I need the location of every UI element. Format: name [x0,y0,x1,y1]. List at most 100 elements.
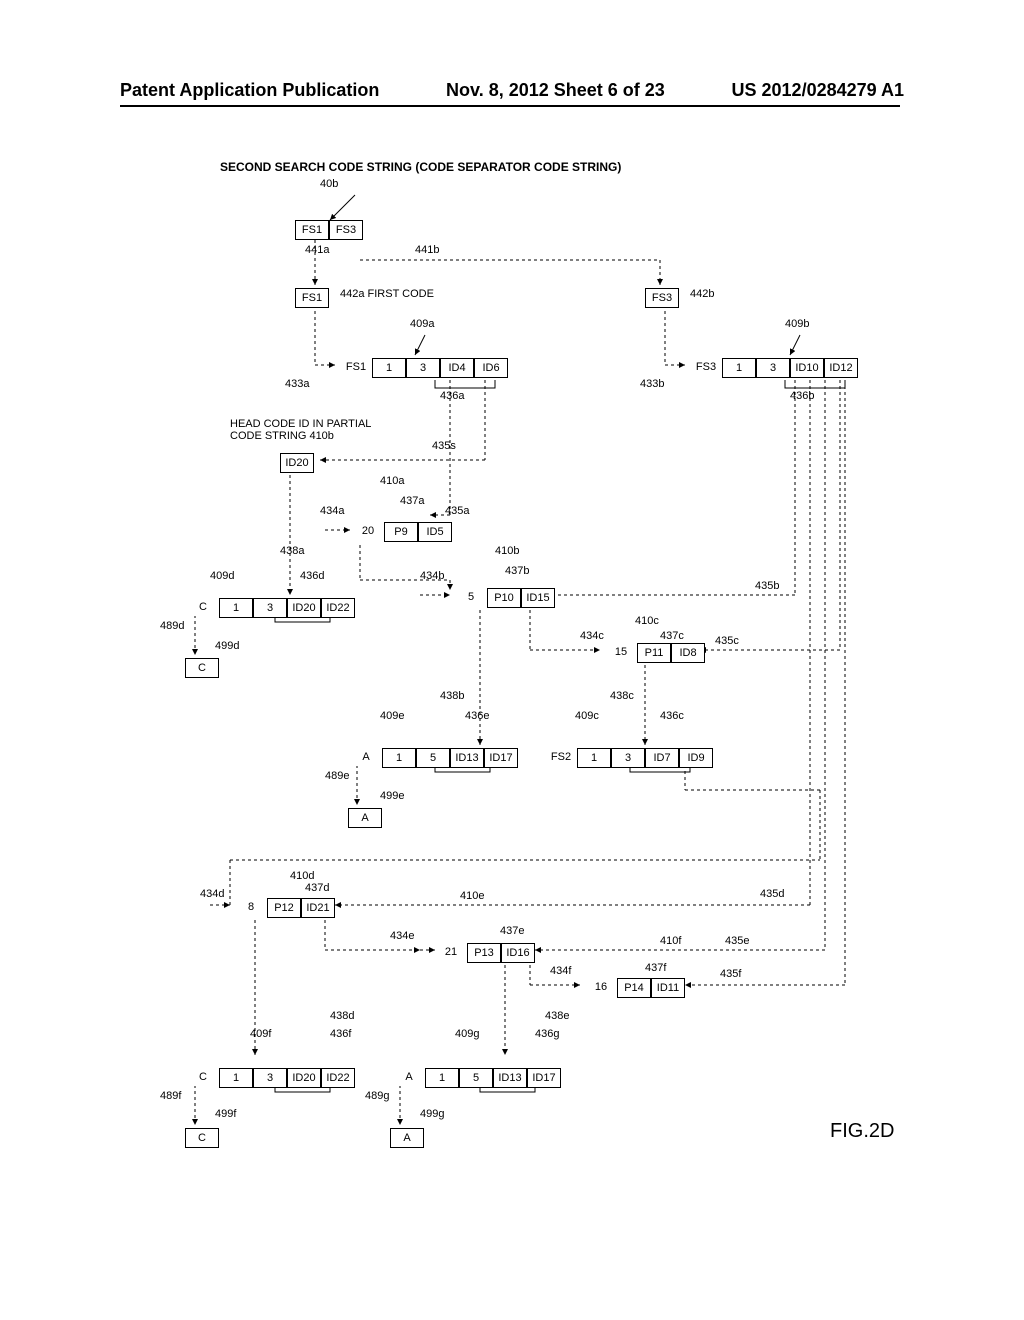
ref-409c: 409c [575,710,599,722]
cell: ID20 [287,598,321,618]
ref-437b: 437b [505,565,529,577]
ref-410f: 410f [660,935,681,947]
ref-410a: 410a [380,475,404,487]
row-40b: FS1 FS3 [295,220,363,240]
cell: FS3 [690,358,722,376]
ref-499f: 499f [215,1108,236,1120]
cell: ID20 [280,453,314,473]
ref-40b: 40b [320,178,338,190]
cell: 1 [577,748,611,768]
row-499e: A [348,808,382,828]
ref-409b: 409b [785,318,809,330]
ref-437f: 437f [645,962,666,974]
row-410e: 21 P13 ID16 [435,943,535,963]
ref-499g: 499g [420,1108,444,1120]
row-409d: C 1 3 ID20 ID22 [187,598,355,618]
cell: P11 [637,643,671,663]
ref-435s: 435s [432,440,456,452]
ref-436g: 436g [535,1028,559,1040]
ref-441a: 441a [305,244,329,256]
cell: P10 [487,588,521,608]
ref-437a: 437a [400,495,424,507]
cell: 1 [219,598,253,618]
cell: A [393,1068,425,1086]
cell: 5 [455,588,487,606]
head-code-label: HEAD CODE ID IN PARTIAL CODE STRING 410b [230,418,390,442]
header-left: Patent Application Publication [120,80,379,101]
header-right: US 2012/0284279 A1 [732,80,904,101]
header-divider [120,105,900,107]
ref-434a: 434a [320,505,344,517]
ref-435a: 435a [445,505,469,517]
ref-438a: 438a [280,545,304,557]
ref-489e: 489e [325,770,349,782]
row-410a: 20 P9 ID5 [352,522,452,542]
cell: A [350,748,382,766]
cell: 1 [425,1068,459,1088]
ref-442b: 442b [690,288,714,300]
ref-409a: 409a [410,318,434,330]
cell: FS1 [295,220,329,240]
figure-label: FIG.2D [830,1120,940,1240]
ref-438b: 438b [440,690,464,702]
cell: 1 [382,748,416,768]
ref-435c: 435c [715,635,739,647]
ref-409d: 409d [210,570,234,582]
cell: FS3 [329,220,363,240]
cell: ID13 [493,1068,527,1088]
cell: ID22 [321,1068,355,1088]
cell: P9 [384,522,418,542]
row-499f: C [185,1128,219,1148]
cell: ID5 [418,522,452,542]
cell: ID13 [450,748,484,768]
ref-409f: 409f [250,1028,271,1040]
diagram-title: SECOND SEARCH CODE STRING (CODE SEPARATO… [220,160,621,174]
page-header: Patent Application Publication Nov. 8, 2… [0,80,1024,101]
row-410c: 15 P11 ID8 [605,643,705,663]
cell: 1 [722,358,756,378]
ref-410d: 410d [290,870,314,882]
row-409c: FS2 1 3 ID7 ID9 [545,748,713,768]
cell: FS1 [340,358,372,376]
ref-434f: 434f [550,965,571,977]
ref-434c: 434c [580,630,604,642]
ref-435b: 435b [755,580,779,592]
ref-438e: 438e [545,1010,569,1022]
cell: P14 [617,978,651,998]
ref-436b: 436b [790,390,814,402]
cell: 3 [253,1068,287,1088]
cell: 5 [459,1068,493,1088]
ref-437c: 437c [660,630,684,642]
cell: ID8 [671,643,705,663]
cell: FS3 [645,288,679,308]
cell: ID22 [321,598,355,618]
cell: C [185,658,219,678]
cell: ID12 [824,358,858,378]
row-442b: FS3 [645,288,679,308]
ref-436f: 436f [330,1028,351,1040]
cell: ID11 [651,978,685,998]
row-499d: C [185,658,219,678]
row-409e: A 1 5 ID13 ID17 [350,748,518,768]
ref-436c: 436c [660,710,684,722]
row-442a: FS1 [295,288,329,308]
cell: ID7 [645,748,679,768]
cell: ID17 [484,748,518,768]
row-410f: 16 P14 ID11 [585,978,685,998]
row-410d: 8 P12 ID21 [235,898,335,918]
ref-435e: 435e [725,935,749,947]
ref-437d: 437d [305,882,329,894]
ref-441b: 441b [415,244,439,256]
cell: ID10 [790,358,824,378]
cell: 3 [756,358,790,378]
cell: C [187,598,219,616]
row-499g: A [390,1128,424,1148]
ref-442a: 442a FIRST CODE [340,288,434,300]
row-id20: ID20 [280,453,314,473]
cell: P13 [467,943,501,963]
cell: ID15 [521,588,555,608]
ref-489f: 489f [160,1090,181,1102]
ref-410b: 410b [495,545,519,557]
ref-409e: 409e [380,710,404,722]
cell: 3 [406,358,440,378]
